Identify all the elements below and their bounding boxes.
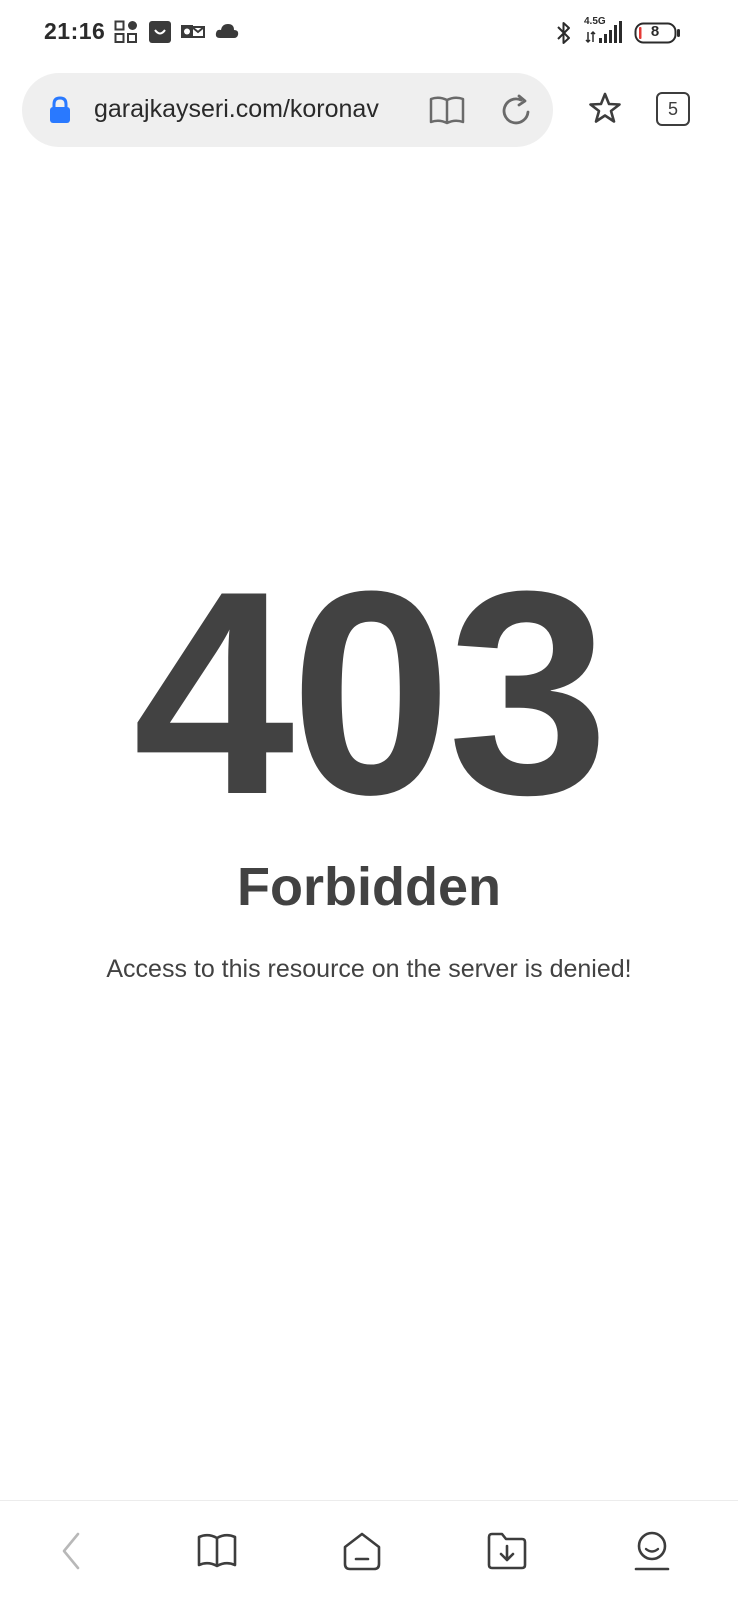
home-icon[interactable] [336,1525,388,1577]
outlook-icon [180,20,206,49]
bottom-navigation [0,1500,738,1600]
url-text[interactable]: garajkayseri.com/koronav [94,95,408,124]
tabs-count-button[interactable]: 5 [656,92,690,126]
status-bar: 21:16 4.5G 8 [0,0,738,66]
status-time: 21:16 [44,18,106,44]
downloads-icon[interactable] [481,1525,533,1577]
back-icon[interactable] [45,1525,97,1577]
bookmark-star-icon[interactable] [588,91,622,130]
network-label: 4.5G [584,16,606,27]
error-message: Access to this resource on the server is… [106,955,632,983]
address-bar[interactable]: garajkayseri.com/koronav [22,73,553,147]
cloud-icon [214,20,240,49]
signal-icon: 4.5G [582,16,626,51]
bookmarks-icon[interactable] [191,1525,243,1577]
battery-level: 8 [650,23,660,40]
error-code: 403 [133,531,609,855]
reader-mode-icon[interactable] [428,93,466,132]
tab-count: 5 [667,98,678,119]
profile-icon[interactable] [626,1525,678,1577]
grid-apps-icon [114,20,138,49]
reload-icon[interactable] [499,93,535,134]
shopping-bag-icon [148,20,172,49]
error-title: Forbidden [237,857,501,917]
lock-icon[interactable] [48,95,72,130]
bluetooth-icon [554,20,574,51]
